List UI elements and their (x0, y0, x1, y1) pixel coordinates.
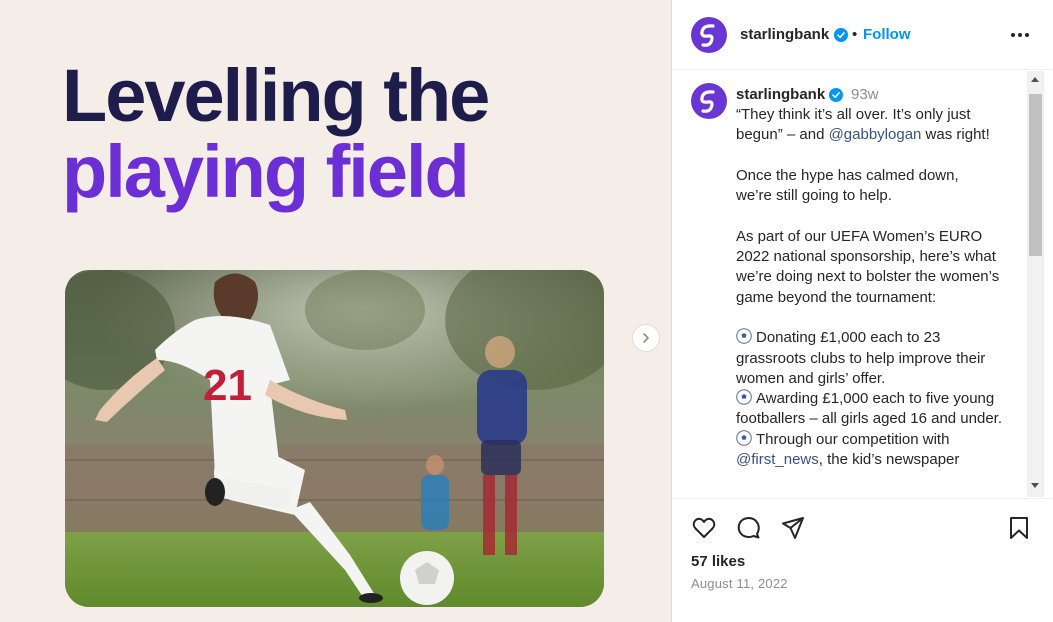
starling-logo-icon (700, 24, 715, 47)
caption-paragraph: Once the hype has calmed down, we’re sti… (736, 166, 959, 205)
starling-logo-icon (700, 90, 715, 113)
caption-text: “They think it’s all over. It’s only jus… (736, 105, 1014, 470)
instagram-post-modal: Levelling the playing field 21 starlingb… (0, 0, 1053, 622)
share-send-icon[interactable] (780, 515, 806, 541)
likes-count[interactable]: 57 likes (691, 553, 745, 570)
caption-username[interactable]: starlingbank (736, 86, 825, 103)
headline: Levelling the playing field (62, 54, 490, 213)
verified-badge-icon (834, 28, 848, 42)
chevron-right-icon (643, 333, 649, 343)
soccer-ball-icon (736, 328, 752, 345)
scroll-thumb[interactable] (1029, 94, 1042, 256)
save-bookmark-icon[interactable] (1006, 515, 1032, 541)
post-age[interactable]: 93w (851, 86, 879, 103)
separator-dot: • (852, 26, 858, 43)
soccer-ball-icon (736, 429, 752, 446)
caption-paragraph: “They think it’s all over. It’s only jus… (736, 105, 1014, 146)
header-username[interactable]: starlingbank (740, 26, 829, 43)
soccer-ball-icon (736, 389, 752, 405)
headline-line-2: playing field (62, 130, 470, 213)
headline-line-1: Levelling the (62, 54, 490, 137)
avatar[interactable] (691, 17, 727, 53)
post-date[interactable]: August 11, 2022 (691, 576, 788, 591)
scroll-down-arrow-icon[interactable] (1031, 483, 1039, 488)
like-heart-icon[interactable] (691, 515, 717, 541)
caption-list-item: Donating £1,000 each to 23 grassroots cl… (736, 328, 1014, 389)
comments-scrollbar[interactable] (1027, 71, 1044, 497)
list-item-text-end: , the kid’s newspaper (818, 451, 960, 469)
football-photo: 21 (65, 270, 604, 607)
mention-link[interactable]: @gabbylogan (829, 126, 922, 143)
mention-link[interactable]: @first_news (736, 451, 819, 468)
post-actions: 57 likes August 11, 2022 (672, 498, 1053, 622)
comments-section: starlingbank 93w “They think it’s all ov… (672, 71, 1053, 497)
list-item-text: Through our competition with (756, 430, 950, 448)
post-media: Levelling the playing field 21 (0, 0, 671, 622)
avatar[interactable] (691, 83, 727, 119)
jersey-number: 21 (203, 361, 252, 410)
comment-icon[interactable] (736, 515, 762, 541)
follow-button[interactable]: Follow (863, 26, 911, 43)
list-item-text: Donating £1,000 each to 23 grassroots cl… (736, 329, 986, 387)
caption-paragraph: As part of our UEFA Women’s EURO 2022 na… (736, 227, 1000, 306)
scroll-up-arrow-icon[interactable] (1031, 77, 1039, 82)
caption-intro-end: was right! (921, 126, 990, 144)
list-item-text: Awarding £1,000 each to five young footb… (736, 390, 1003, 428)
next-slide-button[interactable] (632, 324, 660, 352)
verified-badge-icon (829, 88, 843, 102)
caption-list-item: Through our competition with @first_news… (736, 429, 1014, 471)
post-header: starlingbank • Follow (672, 0, 1053, 70)
caption-list-item: Awarding £1,000 each to five young footb… (736, 389, 1014, 430)
more-options-icon[interactable] (1008, 26, 1032, 44)
post-sidebar: starlingbank • Follow starlingbank 93w “… (671, 0, 1053, 622)
